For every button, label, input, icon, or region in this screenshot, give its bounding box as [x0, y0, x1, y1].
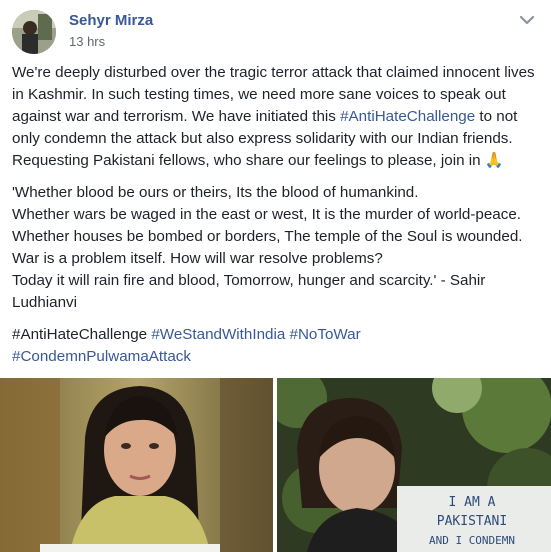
- quote-line: Today it will rain fire and blood, Tomor…: [12, 272, 486, 311]
- hashtag-link[interactable]: #NoToWar: [290, 326, 361, 343]
- photo-sign-holder[interactable]: I AM A PAKISTANI AND I CONDEMN: [277, 378, 551, 552]
- photo-woman-portrait[interactable]: [0, 378, 273, 552]
- hashtag-list: #AntiHateChallenge #WeStandWithIndia #No…: [12, 324, 542, 368]
- sign-line-2: PAKISTANI: [437, 514, 507, 529]
- hashtag-text: #AntiHateChallenge: [12, 326, 148, 343]
- post-options-icon[interactable]: [515, 10, 539, 28]
- poem-quote: 'Whether blood be ours or theirs, Its th…: [12, 182, 542, 314]
- hashtag-link[interactable]: #CondemnPulwamaAttack: [12, 348, 191, 365]
- quote-line: War is a problem itself. How will war re…: [12, 250, 383, 267]
- author-name[interactable]: Sehyr Mirza: [69, 12, 153, 29]
- sign-line-1: I AM A: [449, 495, 496, 510]
- quote-line: Whether wars be waged in the east or wes…: [12, 206, 522, 223]
- avatar[interactable]: [12, 10, 56, 54]
- photo-grid: I AM A PAKISTANI AND I CONDEMN: [0, 378, 551, 552]
- post-timestamp[interactable]: 13 hrs: [69, 34, 105, 49]
- post-header: Sehyr Mirza 13 hrs: [12, 10, 539, 54]
- post-body: We're deeply disturbed over the tragic t…: [12, 62, 542, 378]
- sign-line-3: AND I CONDEMN: [429, 534, 515, 547]
- post-paragraph: We're deeply disturbed over the tragic t…: [12, 62, 542, 172]
- hashtag-link[interactable]: #AntiHateChallenge: [340, 108, 475, 125]
- quote-line: Whether houses be bombed or borders, The…: [12, 228, 523, 245]
- facebook-post: Sehyr Mirza 13 hrs We're deeply disturbe…: [0, 0, 551, 552]
- quote-line: 'Whether blood be ours or theirs, Its th…: [12, 184, 419, 201]
- hashtag-link[interactable]: #WeStandWithIndia: [151, 326, 285, 343]
- folded-hands-emoji: 🙏: [484, 152, 504, 169]
